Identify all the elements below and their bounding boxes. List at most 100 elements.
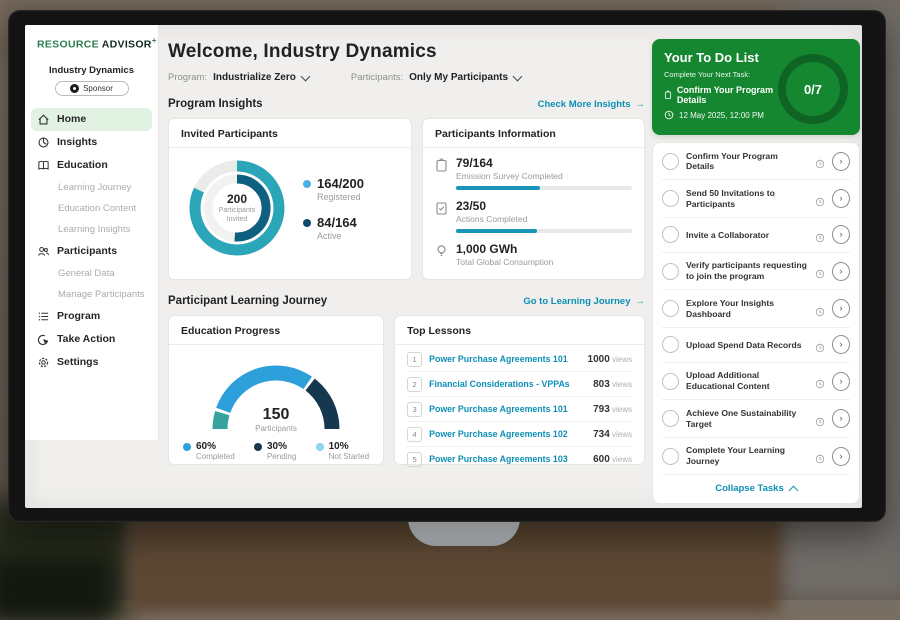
- learning-journey-header: Participant Learning Journey Go to Learn…: [168, 295, 645, 307]
- sidebar-item-education-content[interactable]: Education Content: [31, 198, 152, 219]
- stat-body: 79/164Emission Survey Completed: [456, 156, 632, 190]
- task-chevron-button[interactable]: ›: [832, 409, 850, 428]
- donut-legend-item: 84/164Active: [303, 215, 364, 241]
- task-chevron-button[interactable]: ›: [832, 189, 850, 208]
- clock-icon: [815, 451, 825, 461]
- task-chevron-button[interactable]: ›: [832, 299, 850, 318]
- legend-label: Registered: [317, 192, 364, 202]
- chevron-down-icon: [513, 71, 523, 81]
- sidebar-item-insights[interactable]: Insights: [31, 131, 152, 154]
- invited-donut-chart: 200 Participants Invited 164/200Register…: [181, 156, 399, 260]
- sidebar-item-label: Program: [57, 310, 100, 322]
- gauge-legend: 60%Completed30%Pending10%Not Started: [181, 441, 371, 461]
- task-checkbox[interactable]: [662, 300, 679, 317]
- sidebar-item-learning-insights[interactable]: Learning Insights: [31, 219, 152, 240]
- collapse-tasks-link[interactable]: Collapse Tasks: [662, 475, 850, 503]
- sidebar-item-manage-participants[interactable]: Manage Participants: [31, 284, 152, 305]
- card-title: Invited Participants: [181, 128, 399, 140]
- task-chevron-button[interactable]: ›: [832, 152, 850, 171]
- card-title: Education Progress: [181, 325, 371, 337]
- settings-icon: [37, 356, 50, 369]
- lesson-link[interactable]: Power Purchase Agreements 101: [429, 354, 580, 364]
- main-column: Welcome, Industry Dynamics Program: Indu…: [168, 39, 645, 508]
- task-chevron-button[interactable]: ›: [832, 372, 850, 391]
- sidebar-item-program[interactable]: Program: [31, 305, 152, 328]
- task-label: Explore Your Insights Dashboard: [686, 298, 808, 319]
- sponsor-badge: Sponsor: [55, 81, 129, 96]
- task-checkbox[interactable]: [662, 336, 679, 353]
- clock-icon: [815, 230, 825, 240]
- clock-icon: [664, 110, 674, 120]
- sidebar-item-settings[interactable]: Settings: [31, 351, 152, 374]
- sponsor-icon: [70, 84, 79, 93]
- todo-task-row: Achieve One Sustainability Target ›: [662, 400, 850, 437]
- program-filter[interactable]: Program: Industrialize Zero: [168, 72, 309, 83]
- legend-dot-icon: [303, 219, 311, 227]
- take-action-icon: [37, 333, 50, 346]
- task-chevron-button[interactable]: ›: [832, 447, 850, 466]
- insights-cards-row: Invited Participants 200 Participants In…: [168, 118, 645, 280]
- task-chevron-button[interactable]: ›: [832, 225, 850, 244]
- task-label: Send 50 Invitations to Participants: [686, 188, 808, 209]
- arrow-right-icon: →: [636, 99, 646, 110]
- stat-label: Total Global Consumption: [456, 257, 553, 267]
- todo-task-row: Explore Your Insights Dashboard ›: [662, 290, 850, 327]
- todo-next-task-label: Confirm Your Program Details: [677, 85, 778, 105]
- sidebar-item-label: Learning Insights: [58, 224, 130, 235]
- todo-task-row: Verify participants requesting to join t…: [662, 253, 850, 290]
- legend-dot-icon: [316, 443, 324, 451]
- legend-value: 30%: [267, 441, 296, 452]
- link-label: Go to Learning Journey: [523, 296, 630, 307]
- legend-value: 164/200: [317, 176, 364, 191]
- legend-value: 60%: [196, 441, 235, 452]
- lesson-row: 4Power Purchase Agreements 102734 views: [407, 422, 632, 447]
- donut-legend-item: 164/200Registered: [303, 176, 364, 202]
- check-more-insights-link[interactable]: Check More Insights →: [538, 99, 645, 110]
- sidebar-item-home[interactable]: Home: [31, 108, 152, 131]
- invited-participants-card: Invited Participants 200 Participants In…: [168, 118, 412, 280]
- insights-icon: [37, 136, 50, 149]
- link-label: Check More Insights: [538, 99, 631, 110]
- chevron-down-icon: [300, 71, 310, 81]
- filter-bar: Program: Industrialize Zero Participants…: [168, 72, 645, 83]
- todo-header-card: Your To Do List Complete Your Next Task:…: [652, 39, 860, 135]
- donut-center-sub: Participants Invited: [212, 206, 262, 224]
- sidebar-item-general-data[interactable]: General Data: [31, 263, 152, 284]
- progress-bar: [456, 186, 632, 190]
- todo-task-row: Send 50 Invitations to Participants ›: [662, 180, 850, 217]
- clock-icon: [815, 414, 825, 424]
- sidebar-item-take-action[interactable]: Take Action: [31, 328, 152, 351]
- lesson-link[interactable]: Financial Considerations - VPPAs: [429, 379, 586, 389]
- clipboard-icon: [664, 90, 672, 100]
- sidebar-item-participants[interactable]: Participants: [31, 240, 152, 263]
- lesson-link[interactable]: Power Purchase Agreements 101: [429, 404, 586, 414]
- participants-filter-label: Participants:: [351, 72, 403, 83]
- task-label: Achieve One Sustainability Target: [686, 408, 808, 429]
- gauge-legend-item: 60%Completed: [183, 441, 235, 461]
- lesson-link[interactable]: Power Purchase Agreements 103: [429, 454, 586, 464]
- clock-icon: [815, 304, 825, 314]
- task-checkbox[interactable]: [662, 410, 679, 427]
- task-checkbox[interactable]: [662, 263, 679, 280]
- sidebar-nav: HomeInsightsEducationLearning JourneyEdu…: [25, 108, 158, 374]
- participants-filter[interactable]: Participants: Only My Participants: [351, 72, 521, 83]
- todo-due-label: 12 May 2025, 12:00 PM: [679, 111, 764, 120]
- clock-icon: [815, 376, 825, 386]
- todo-next-task[interactable]: Confirm Your Program Details: [664, 85, 778, 105]
- logo-plus: +: [152, 36, 157, 45]
- stat-row: 1,000 GWhTotal Global Consumption: [435, 242, 632, 267]
- task-chevron-button[interactable]: ›: [832, 262, 850, 281]
- task-checkbox[interactable]: [662, 190, 679, 207]
- task-checkbox[interactable]: [662, 226, 679, 243]
- sidebar-item-education[interactable]: Education: [31, 154, 152, 177]
- go-to-learning-journey-link[interactable]: Go to Learning Journey →: [523, 296, 645, 307]
- task-checkbox[interactable]: [662, 448, 679, 465]
- task-checkbox[interactable]: [662, 153, 679, 170]
- lesson-views: 803 views: [593, 379, 632, 390]
- task-chevron-button[interactable]: ›: [832, 335, 850, 354]
- task-checkbox[interactable]: [662, 373, 679, 390]
- todo-task-list: Confirm Your Program Details›Send 50 Inv…: [652, 142, 860, 504]
- sponsor-label: Sponsor: [83, 84, 113, 93]
- sidebar-item-learning-journey[interactable]: Learning Journey: [31, 177, 152, 198]
- lesson-link[interactable]: Power Purchase Agreements 102: [429, 429, 586, 439]
